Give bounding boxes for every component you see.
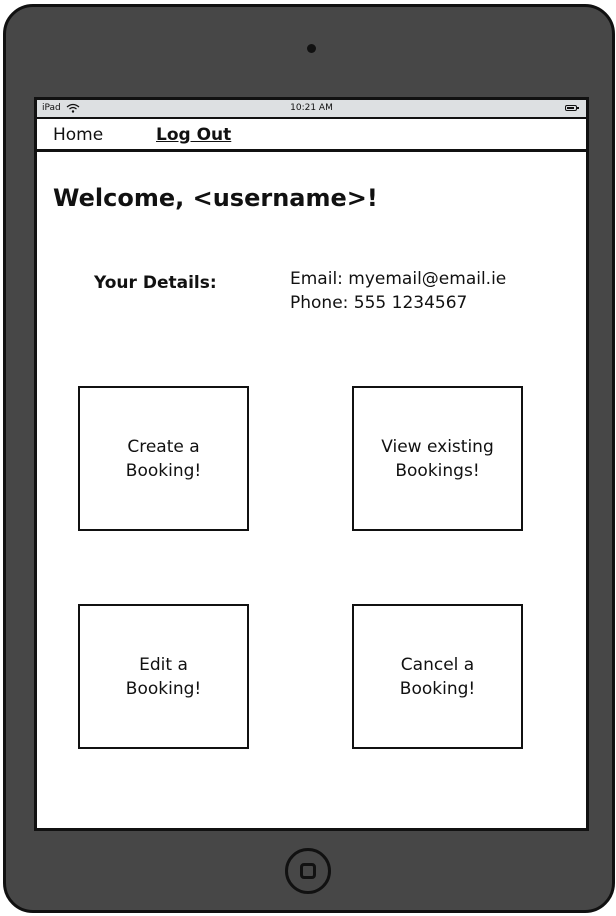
email-text: Email: myemail@email.ie <box>290 269 507 289</box>
status-bar: iPad 10:21 AM <box>37 100 586 119</box>
phone-text: Phone: 555 1234567 <box>290 293 468 313</box>
navbar: Home Log Out <box>37 119 586 152</box>
edit-booking-button[interactable]: Edit a Booking! <box>78 604 249 749</box>
details-label: Your Details: <box>94 273 217 293</box>
camera-dot <box>307 44 316 53</box>
welcome-heading: Welcome, <username>! <box>53 184 378 212</box>
screen: iPad 10:21 AM Home Log Out Welcome, <use… <box>34 97 589 831</box>
status-time: 10:21 AM <box>290 103 333 113</box>
create-booking-button[interactable]: Create a Booking! <box>78 386 249 531</box>
view-bookings-button[interactable]: View existing Bookings! <box>352 386 523 531</box>
ipad-frame: iPad 10:21 AM Home Log Out Welcome, <use… <box>3 4 615 913</box>
nav-logout-link[interactable]: Log Out <box>156 125 231 145</box>
cancel-booking-button[interactable]: Cancel a Booking! <box>352 604 523 749</box>
battery-icon <box>565 105 579 111</box>
create-booking-label: Create a Booking! <box>125 436 202 481</box>
edit-booking-label: Edit a Booking! <box>125 654 202 699</box>
home-button-square-icon <box>300 863 316 879</box>
details-values: Email: myemail@email.ie Phone: 555 12345… <box>290 267 506 315</box>
view-bookings-label: View existing Bookings! <box>381 436 494 481</box>
device-home-button[interactable] <box>285 848 331 894</box>
nav-home-link[interactable]: Home <box>53 125 103 145</box>
cancel-booking-label: Cancel a Booking! <box>399 654 476 699</box>
